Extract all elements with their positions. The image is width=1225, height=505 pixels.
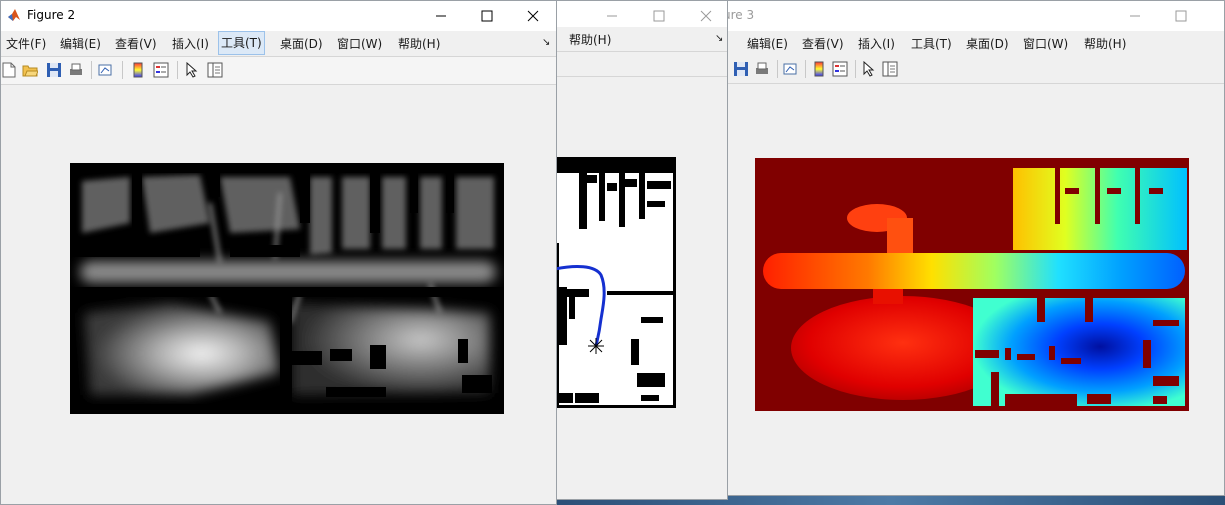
close-icon [527,10,539,22]
legend-icon[interactable] [153,62,169,78]
open-file-icon[interactable] [22,62,38,78]
minimize-icon [607,15,617,17]
print-icon[interactable] [754,61,770,77]
menu-file[interactable]: 文件(F) [4,35,48,52]
menu-overflow-icon[interactable]: ↘ [715,33,723,44]
maximize-icon [481,10,493,22]
figure3-titlebar[interactable]: ure 3 [707,1,1224,31]
maximize-button[interactable] [464,1,510,31]
minimize-button[interactable] [1112,1,1158,31]
minimize-icon [1130,15,1140,17]
menu-edit[interactable]: 编辑(E) [58,35,103,52]
save-icon[interactable] [46,62,62,78]
link-plot-icon[interactable] [98,62,114,78]
minimize-icon [436,15,446,17]
figure2-window[interactable]: Figure 2 文件(F) 编辑(E) 查看(V) 插入(I) 工具(T) 桌… [0,0,557,505]
menu-help[interactable]: 帮助(H) [396,35,442,52]
maximize-button[interactable] [1158,1,1204,31]
link-plot-icon[interactable] [783,61,799,77]
figure1-menubar: 帮助(H) ↘ [549,27,727,51]
property-inspector-icon[interactable] [207,62,223,78]
figure2-titlebar[interactable]: Figure 2 [1,1,556,31]
menu-desktop[interactable]: 桌面(D) [278,35,325,52]
menu-insert[interactable]: 插入(I) [856,35,897,52]
maximize-icon [1175,10,1187,22]
maximize-icon [653,10,665,22]
property-inspector-icon[interactable] [882,61,898,77]
legend-icon[interactable] [832,61,848,77]
grayscale-distance-plot [70,163,504,414]
minimize-button[interactable] [418,1,464,31]
figure1-window[interactable]: 帮助(H) ↘ [548,0,728,500]
menu-overflow-icon[interactable]: ↘ [542,37,550,48]
menu-window[interactable]: 窗口(W) [1021,35,1070,52]
save-icon[interactable] [733,61,749,77]
menu-window[interactable]: 窗口(W) [335,35,384,52]
colorbar-icon[interactable] [130,62,146,78]
print-icon[interactable] [68,62,84,78]
menu-view[interactable]: 查看(V) [800,35,846,52]
figure3-menubar: 编辑(E) 查看(V) 插入(I) 工具(T) 桌面(D) 窗口(W) 帮助(H… [707,31,1224,55]
goal-marker-icon [588,338,604,354]
figure2-title: Figure 2 [27,8,76,22]
menu-help[interactable]: 帮助(H) [567,31,613,48]
menu-desktop[interactable]: 桌面(D) [964,35,1011,52]
figure3-toolbar [707,56,1224,84]
figure2-menubar: 文件(F) 编辑(E) 查看(V) 插入(I) 工具(T) 桌面(D) 窗口(W… [1,31,556,55]
edit-plot-icon[interactable] [184,62,200,78]
new-figure-icon[interactable] [1,62,17,78]
figure2-toolbar [1,56,556,85]
distance-field-plot [755,158,1189,411]
menu-help[interactable]: 帮助(H) [1082,35,1128,52]
menu-view[interactable]: 查看(V) [113,35,159,52]
menu-edit[interactable]: 编辑(E) [745,35,790,52]
close-button[interactable] [510,1,556,31]
colorbar-icon[interactable] [811,61,827,77]
close-icon [700,10,712,22]
occupancy-map-plot [555,157,676,408]
menu-tools[interactable]: 工具(T) [909,35,954,52]
figure1-toolbar [549,51,727,77]
edit-plot-icon[interactable] [861,61,877,77]
matlab-logo-icon [8,9,20,21]
menu-insert[interactable]: 插入(I) [170,35,211,52]
menu-tools[interactable]: 工具(T) [218,31,265,55]
figure3-window[interactable]: ure 3 编辑(E) 查看(V) 插入(I) 工具(T) 桌面(D) 窗口(W… [706,0,1225,496]
